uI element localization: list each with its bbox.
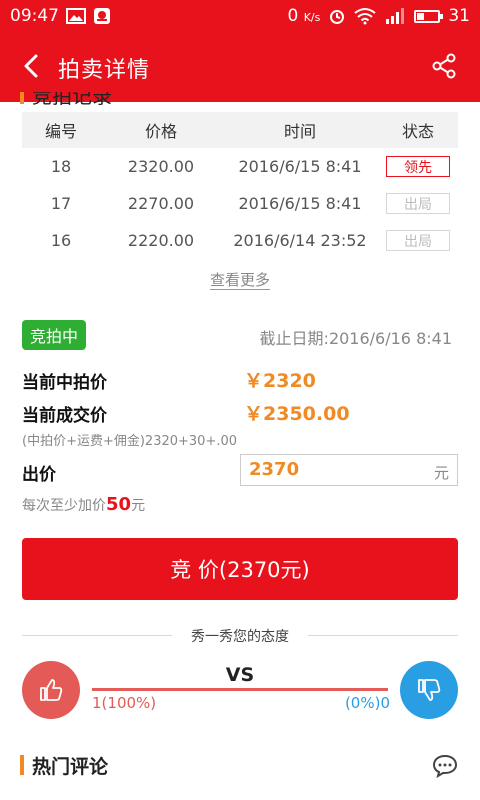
header-time: 时间 — [283, 122, 316, 141]
view-more-link[interactable]: 查看更多 — [209, 271, 270, 290]
page-title: 拍卖详情 — [58, 58, 151, 83]
attitude-ratio-bar — [92, 688, 388, 691]
cell-time: 2016/6/15 8:41 — [238, 157, 362, 176]
cell-no: 18 — [50, 157, 72, 176]
cell-no: 17 — [50, 194, 72, 213]
section-header-bid-records: 竞拍记录 — [20, 92, 120, 106]
wifi-icon — [354, 8, 376, 25]
battery-level: 31 — [448, 6, 470, 26]
deal-price-label: 当前成交价 — [22, 406, 107, 426]
table-header: 编号 价格 时间 状态 — [22, 112, 458, 148]
table-row: 17 2270.00 2016/6/15 8:41 出局 — [22, 185, 458, 222]
header-no: 编号 — [44, 122, 77, 141]
min-increment-text: 每次至少加价50元 — [22, 494, 146, 515]
like-count: 1(100%) — [92, 694, 157, 712]
status-time: 09:47 — [10, 6, 59, 26]
deal-price-value: ￥2350.00 — [244, 403, 350, 425]
status-badge-lead: 领先 — [386, 156, 450, 177]
auction-status-badge: 竞拍中 — [22, 320, 87, 350]
bid-amount-input[interactable]: 2370 元 — [240, 454, 458, 486]
alarm-icon — [330, 10, 345, 24]
view-more-link-wrap: 查看更多 — [0, 269, 480, 290]
dislike-count: (0%)0 — [344, 694, 390, 712]
signal-icon — [386, 8, 405, 24]
current-bid-label: 当前中拍价 — [22, 373, 107, 393]
cell-price: 2320.00 — [127, 157, 195, 176]
chevron-left-icon[interactable] — [18, 52, 46, 80]
thumbs-down-icon — [418, 679, 441, 701]
status-badge-out: 出局 — [386, 230, 450, 251]
hot-comments-header: 热门评论 — [20, 752, 108, 778]
bid-amount-unit: 元 — [433, 464, 449, 482]
attitude-title: 秀一秀您的态度 — [191, 629, 289, 645]
dislike-button[interactable] — [400, 661, 458, 719]
current-bid-value: ￥2320 — [244, 370, 316, 392]
hot-comments-title: 热门评论 — [32, 755, 109, 778]
bid-amount-value: 2370 — [249, 459, 300, 480]
table-row: 18 2320.00 2016/6/15 8:41 领先 — [22, 148, 458, 185]
bid-records-table: 编号 价格 时间 状态 18 2320.00 2016/6/15 8:41 领先… — [22, 112, 458, 259]
bid-button[interactable]: 竞 价(2370元) — [22, 538, 458, 600]
gallery-icon — [66, 8, 86, 24]
network-speed: 0 K/s — [287, 6, 321, 26]
cell-time: 2016/6/15 8:41 — [238, 194, 362, 213]
cell-price: 2270.00 — [127, 194, 195, 213]
share-icon[interactable] — [430, 52, 458, 80]
status-badge-out: 出局 — [386, 193, 450, 214]
cell-price: 2220.00 — [127, 231, 195, 250]
status-right-group: 0 K/s 31 — [287, 6, 470, 26]
header-status: 状态 — [401, 122, 434, 141]
battery-icon — [414, 9, 444, 23]
status-bar: 09:47 0 K/s 31 — [0, 0, 480, 32]
section-title: 竞拍记录 — [32, 92, 112, 106]
min-increment-value: 50 — [106, 494, 132, 515]
header-price: 价格 — [144, 122, 177, 141]
notification-app-icon — [94, 8, 110, 24]
comment-icon[interactable] — [432, 754, 458, 778]
cell-time: 2016/6/14 23:52 — [233, 231, 367, 250]
table-row: 16 2220.00 2016/6/14 23:52 出局 — [22, 222, 458, 259]
cell-no: 16 — [50, 231, 72, 250]
deadline-text: 截止日期:2016/6/16 8:41 — [259, 329, 452, 348]
offer-label: 出价 — [22, 465, 56, 485]
price-formula: (中拍价+运费+佣金)2320+30+.00 — [22, 434, 238, 449]
section-accent-bar — [20, 755, 24, 775]
section-accent-bar — [20, 92, 24, 104]
divider-right — [308, 635, 458, 636]
